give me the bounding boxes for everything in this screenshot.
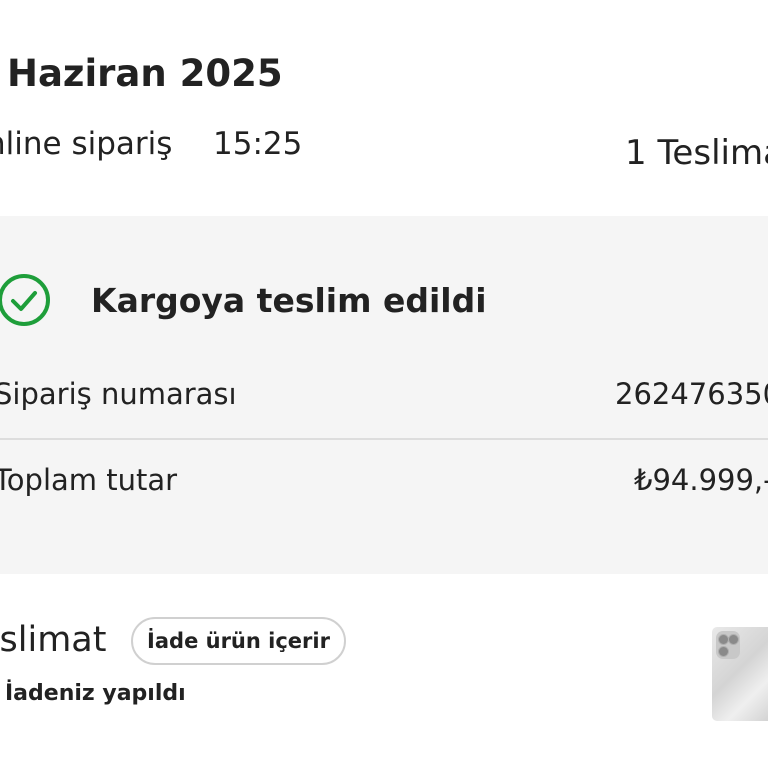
total-label: Toplam tutar — [0, 463, 178, 497]
delivery-heading: eslimat — [0, 620, 107, 660]
order-channel: nline sipariş — [0, 126, 173, 162]
check-circle-icon — [0, 274, 50, 326]
order-time: 15:25 — [213, 126, 303, 162]
phone-product-image[interactable] — [712, 627, 768, 721]
delivery-count: 1 Teslima — [625, 133, 768, 173]
camera-module — [716, 631, 740, 659]
order-number-label: Sipariş numarası — [0, 377, 237, 411]
order-detail-page: Haziran 2025 nline sipariş 15:25 1 Tesli… — [0, 0, 768, 768]
return-note: İadeniz yapıldı — [5, 681, 186, 706]
camera-lens — [718, 646, 729, 657]
status-title: Kargoya teslim edildi — [91, 281, 487, 320]
order-date: Haziran 2025 — [7, 52, 283, 95]
total-value: ₺94.999,- — [634, 463, 768, 497]
return-badge: İade ürün içerir — [131, 617, 346, 665]
camera-lens — [728, 634, 739, 645]
divider — [0, 438, 768, 440]
order-number-value: 262476350 — [615, 377, 768, 411]
